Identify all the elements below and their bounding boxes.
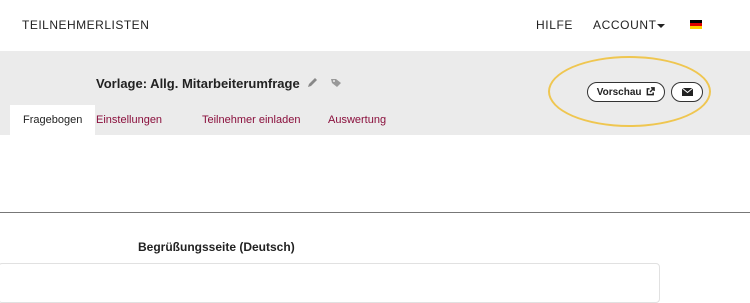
- tab-einstellungen[interactable]: Einstellungen: [96, 105, 162, 135]
- tab-auswertung[interactable]: Auswertung: [328, 105, 386, 135]
- german-flag-icon[interactable]: [690, 20, 702, 29]
- email-button[interactable]: [671, 82, 703, 102]
- envelope-icon: [682, 88, 693, 96]
- external-link-icon: [646, 87, 656, 96]
- tab-teilnehmer-einladen[interactable]: Teilnehmer einladen: [202, 105, 300, 135]
- tab-fragebogen[interactable]: Fragebogen: [10, 105, 96, 135]
- preview-button[interactable]: Vorschau: [587, 82, 665, 102]
- chevron-down-icon[interactable]: [657, 24, 665, 28]
- welcome-page-card[interactable]: [0, 263, 660, 303]
- survey-header: Vorlage: Allg. Mitarbeiterumfrage Frageb…: [0, 51, 750, 135]
- page-title: Vorlage: Allg. Mitarbeiterumfrage: [96, 76, 300, 91]
- help-link[interactable]: HILFE: [536, 18, 573, 32]
- section-title: Begrüßungsseite (Deutsch): [138, 240, 295, 254]
- top-navbar: TEILNEHMERLISTEN HILFE ACCOUNT: [0, 0, 750, 51]
- pencil-icon[interactable]: [307, 77, 318, 88]
- account-menu[interactable]: ACCOUNT: [593, 18, 657, 32]
- brand-link[interactable]: TEILNEHMERLISTEN: [22, 18, 149, 32]
- tag-icon[interactable]: [331, 78, 343, 88]
- divider: [0, 212, 750, 213]
- preview-button-label: Vorschau: [596, 87, 642, 98]
